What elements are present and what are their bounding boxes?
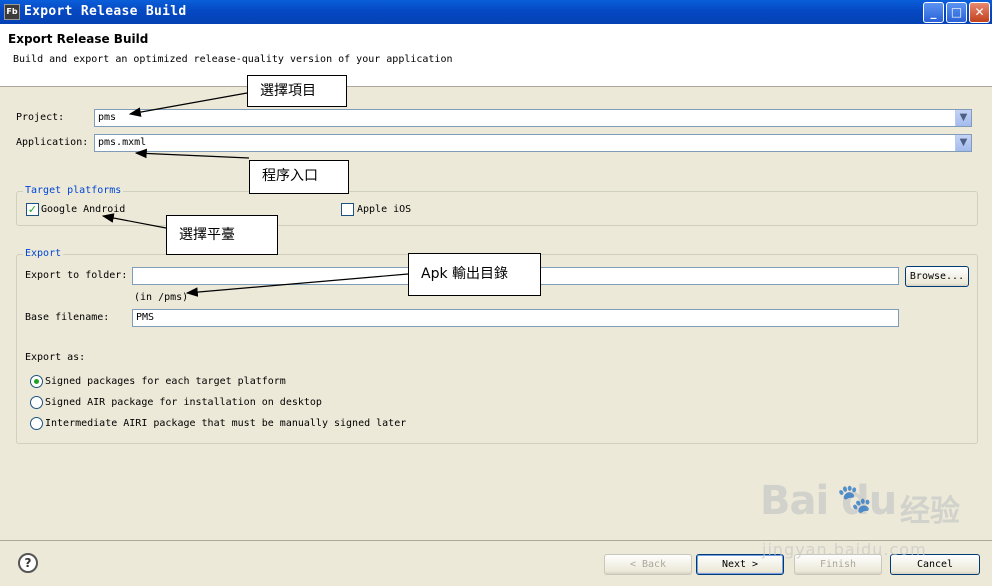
callout-select-platform: 選擇平臺 xyxy=(166,215,278,255)
arrow-apk-output xyxy=(185,273,409,297)
callout-select-project: 選擇項目 xyxy=(247,75,347,107)
arrow-platform xyxy=(101,213,167,229)
arrow-application xyxy=(134,148,250,159)
callout-apk-output: Apk 輸出目錄 xyxy=(408,253,541,296)
callout-program-entry: 程序入口 xyxy=(249,160,349,194)
arrow-project xyxy=(128,92,248,117)
